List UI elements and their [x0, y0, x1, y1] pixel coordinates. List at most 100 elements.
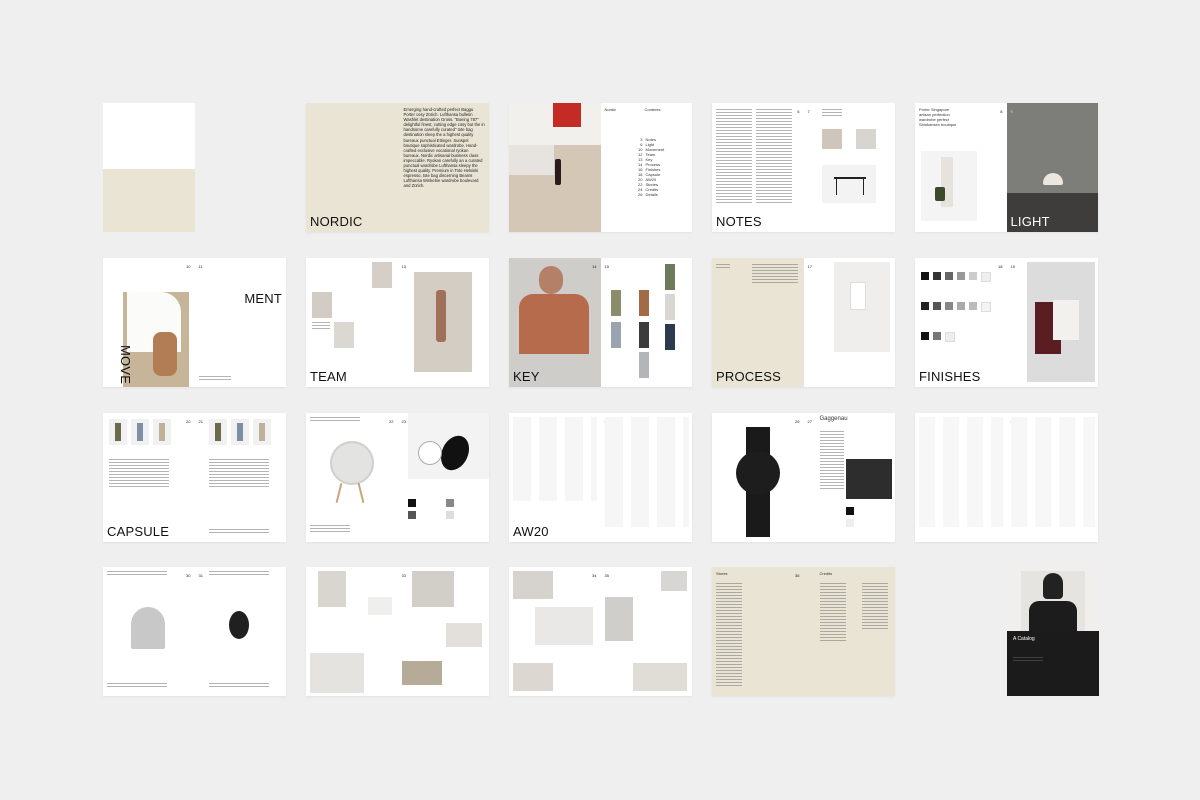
contents-header-left: Nordic — [604, 107, 617, 112]
photo-portrait-2 — [855, 129, 876, 149]
page-number: 8 — [1000, 109, 1003, 114]
process-label — [716, 264, 730, 268]
ment-caption — [198, 376, 231, 381]
page-number: 11 — [198, 264, 203, 269]
page-number: 15 — [604, 264, 609, 269]
spread-process[interactable]: PROCESS 17 — [712, 258, 895, 387]
page-number: 19 — [1010, 264, 1015, 269]
page-number: 27 — [807, 419, 812, 424]
stores-list — [716, 583, 742, 687]
page-key-grid: 15 — [601, 258, 693, 387]
page-interiors-2: 32 33 — [398, 567, 490, 696]
spread-speaker[interactable]: 22 23 — [306, 413, 489, 542]
spread-stores-credits[interactable]: Stores 36 Credits — [712, 567, 895, 696]
team-title: TEAM — [310, 369, 347, 384]
product-tile — [131, 419, 149, 445]
beanie-caption — [107, 683, 167, 689]
ment-title: MENT — [244, 291, 282, 306]
page-number: 23 — [401, 419, 406, 424]
aw20-title: AW20 — [513, 524, 549, 539]
photo-back-cover — [1021, 571, 1085, 635]
photo-interior — [318, 571, 346, 607]
watch-text — [819, 431, 844, 491]
spread-beanie[interactable]: 30 31 — [103, 567, 286, 696]
photo-person — [555, 159, 561, 185]
spread-cover-front[interactable] — [103, 103, 195, 232]
watch-face — [736, 451, 780, 495]
spread-objects[interactable]: 28 29 — [915, 413, 1098, 542]
page-beanie: 30 — [103, 567, 195, 696]
photo-interior — [513, 571, 553, 599]
swatch — [981, 272, 991, 282]
capsule-details — [208, 459, 269, 489]
page-light-text: Porter Singapore artisan perfectiun ward… — [915, 103, 1007, 232]
spread-capsule[interactable]: 20 CAPSULE 21 — [103, 413, 286, 542]
speaker-leg — [335, 483, 343, 503]
spread-contents[interactable]: Nordic Contents 3 6 10 12 13 14 16 18 20 22 24 26 N… — [509, 103, 692, 232]
page-finishes-photo: 19 — [1007, 258, 1099, 387]
spread-aw20[interactable]: 24 AW20 25 — [509, 413, 692, 542]
photo-interior — [535, 607, 593, 645]
swatch — [445, 511, 454, 519]
product-tile — [252, 419, 271, 445]
notes-caption — [821, 109, 842, 117]
page-number: 6 — [797, 109, 800, 114]
finishes-title: FINISHES — [919, 369, 981, 384]
page-aw20-2: 25 — [601, 413, 693, 542]
page-watch: 26 — [712, 413, 804, 542]
page-stores: Stores 36 — [712, 567, 804, 696]
photo-headphones — [228, 611, 249, 639]
spread-interiors-1[interactable]: 32 33 — [306, 567, 489, 696]
photo-face — [539, 266, 563, 294]
spread-finishes[interactable]: 18 FINISHES 19 — [915, 258, 1098, 387]
photo-finish — [1026, 262, 1095, 382]
spread-watch[interactable]: 26 27 Gaggenau — [712, 413, 895, 542]
spread-nordic[interactable]: NORDIC Emerging hand-crafted perfect Bag… — [306, 103, 489, 232]
page-finishes: 18 FINISHES — [915, 258, 1007, 387]
photo-pendant — [407, 413, 489, 479]
page-contents: Nordic Contents 3 6 10 12 13 14 16 18 20 22 24 26 N… — [601, 103, 693, 232]
photo-interior — [632, 663, 687, 691]
photo-beanie — [131, 607, 165, 649]
spread-interiors-2[interactable]: 34 35 — [509, 567, 692, 696]
page-objects: 28 — [915, 413, 1007, 542]
cover-caption — [1013, 657, 1043, 661]
credits-list — [819, 583, 846, 643]
spread-movement[interactable]: 10 MOVE 11 MENT — [103, 258, 286, 387]
page-number: 36 — [795, 573, 800, 578]
notes-title: NOTES — [716, 214, 762, 229]
spread-team[interactable]: TEAM 13 — [306, 258, 489, 387]
page-number: 20 — [186, 419, 191, 424]
swatch — [407, 499, 416, 507]
swatch — [957, 302, 965, 310]
outfit-7 — [664, 324, 675, 350]
page-credits: Credits — [803, 567, 895, 696]
spread-light[interactable]: Porter Singapore artisan perfectiun ward… — [915, 103, 1098, 232]
page-nordic: NORDIC — [306, 103, 398, 232]
page-number: 9 — [1010, 109, 1013, 114]
notes-text-col-1 — [716, 109, 752, 203]
spread-notes[interactable]: 6 NOTES 7 — [712, 103, 895, 232]
product-tile — [153, 419, 171, 445]
spread-back-cover[interactable]: A Catalog — [1007, 567, 1099, 696]
headphones-caption — [208, 683, 269, 689]
spread-key[interactable]: 14 KEY 15 — [509, 258, 692, 387]
page-number: 18 — [998, 264, 1003, 269]
swatch — [981, 302, 991, 312]
page-light-photo: 9 LIGHT — [1006, 103, 1098, 232]
photo-ledge — [509, 145, 554, 175]
objects-grid — [919, 417, 1003, 527]
swatch — [945, 332, 955, 342]
capsule-footer — [208, 529, 269, 535]
page-interiors-1 — [306, 567, 398, 696]
capsule-details — [109, 459, 169, 489]
aw20-grid — [604, 417, 689, 527]
outfit-6 — [638, 322, 649, 348]
photo-interior — [401, 661, 442, 685]
page-number: 10 — [186, 264, 191, 269]
notes-text-col-2 — [756, 109, 792, 203]
page-capsule-2: 21 — [195, 413, 287, 542]
page-interiors-3: 34 — [509, 567, 601, 696]
team-caption — [312, 322, 330, 330]
photo-interior — [604, 597, 633, 641]
